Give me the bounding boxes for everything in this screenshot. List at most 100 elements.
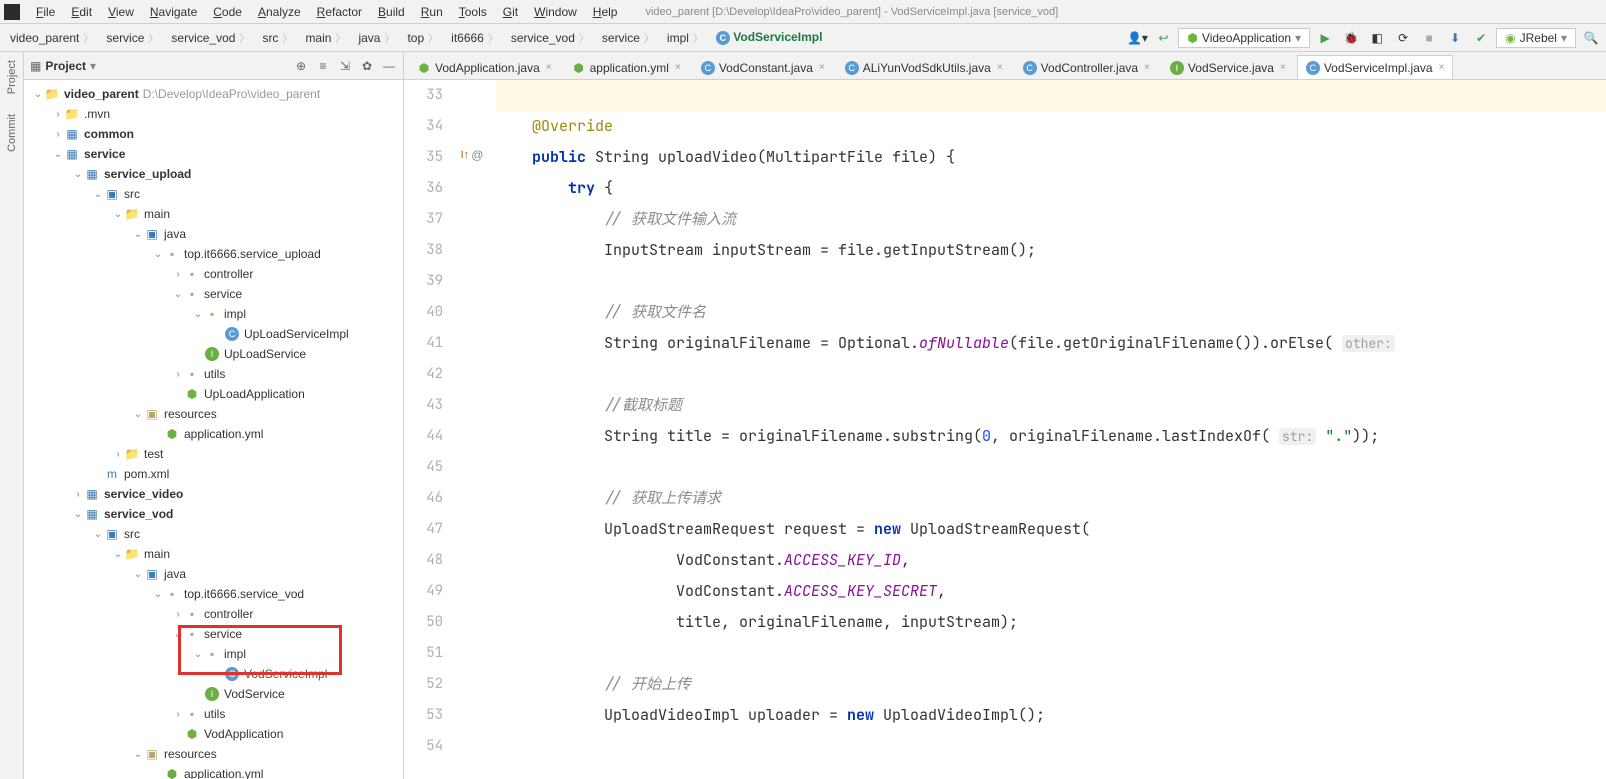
tab-vodapplication-java[interactable]: ⬢VodApplication.java× [408, 55, 561, 79]
tree-arrow[interactable]: › [172, 269, 184, 280]
settings-icon[interactable]: ✿ [359, 58, 375, 74]
search-icon[interactable]: 🔍 [1580, 27, 1602, 49]
tree-arrow[interactable]: ⌄ [72, 509, 84, 520]
tree-node-impl[interactable]: ⌄▪impl [24, 644, 403, 664]
user-icon[interactable]: 👤▾ [1126, 27, 1148, 49]
jrebel-button[interactable]: ◉JRebel▾ [1496, 28, 1576, 48]
project-tree[interactable]: ⌄📁video_parentD:\Develop\IdeaPro\video_p… [24, 80, 403, 779]
tree-node-utils[interactable]: ›▪utils [24, 364, 403, 384]
coverage-button[interactable]: ◧ [1366, 27, 1388, 49]
tree-arrow[interactable]: › [172, 709, 184, 720]
tree-arrow[interactable]: ⌄ [52, 149, 64, 160]
tree-node-service-vod[interactable]: ⌄▦service_vod [24, 504, 403, 524]
tree-arrow[interactable]: › [112, 449, 124, 460]
expand-icon[interactable]: ≡ [315, 58, 331, 74]
tree-node-main[interactable]: ⌄📁main [24, 544, 403, 564]
tab-vodservice-java[interactable]: IVodService.java× [1161, 55, 1295, 79]
tab-vodcontroller-java[interactable]: CVodController.java× [1014, 55, 1159, 79]
menu-navigate[interactable]: Navigate [142, 3, 205, 21]
tree-arrow[interactable]: ⌄ [152, 589, 164, 600]
tree-arrow[interactable]: ⌄ [192, 649, 204, 660]
crumb-impl[interactable]: impl [661, 28, 710, 47]
tree-arrow[interactable]: › [52, 129, 64, 140]
tree-arrow[interactable]: ⌄ [92, 529, 104, 540]
tree-node-application-yml[interactable]: ⬢application.yml [24, 764, 403, 779]
tab-close-icon[interactable]: × [546, 62, 552, 73]
menu-analyze[interactable]: Analyze [250, 3, 309, 21]
menu-tools[interactable]: Tools [451, 3, 495, 21]
tab-close-icon[interactable]: × [819, 62, 825, 73]
tree-arrow[interactable]: ⌄ [112, 549, 124, 560]
tab-close-icon[interactable]: × [1280, 62, 1286, 73]
tab-close-icon[interactable]: × [675, 62, 681, 73]
stop-button[interactable]: ■ [1418, 27, 1440, 49]
tab-close-icon[interactable]: × [1439, 62, 1445, 73]
tree-arrow[interactable]: › [72, 489, 84, 500]
tab-close-icon[interactable]: × [1144, 62, 1150, 73]
crumb-it6666[interactable]: it6666 [445, 28, 505, 47]
crumb-video_parent[interactable]: video_parent [4, 28, 100, 47]
crumb-service[interactable]: service [596, 28, 661, 47]
tab-vodserviceimpl-java[interactable]: CVodServiceImpl.java× [1297, 55, 1454, 79]
tree-arrow[interactable]: › [172, 609, 184, 620]
menu-build[interactable]: Build [370, 3, 413, 21]
tree-node-utils[interactable]: ›▪utils [24, 704, 403, 724]
tree-arrow[interactable]: › [52, 109, 64, 120]
menu-window[interactable]: Window [526, 3, 585, 21]
tree-arrow[interactable]: ⌄ [32, 89, 44, 100]
menu-file[interactable]: File [28, 3, 63, 21]
tree-node-controller[interactable]: ›▪controller [24, 604, 403, 624]
menu-edit[interactable]: Edit [63, 3, 100, 21]
tree-node-vodserviceimpl[interactable]: CVodServiceImpl [24, 664, 403, 684]
hide-icon[interactable]: — [381, 58, 397, 74]
project-tool-tab[interactable]: Project [6, 60, 18, 94]
back-icon[interactable]: ↩ [1152, 27, 1174, 49]
crumb-vodserviceimpl[interactable]: C VodServiceImpl [710, 28, 833, 47]
code-editor[interactable]: @Override public String uploadVideo(Mult… [492, 80, 1606, 779]
tree-node-service-upload[interactable]: ⌄▦service_upload [24, 164, 403, 184]
tree-node-service[interactable]: ⌄▪service [24, 284, 403, 304]
crumb-src[interactable]: src [256, 28, 299, 47]
tree-node-resources[interactable]: ⌄▣resources [24, 404, 403, 424]
git-commit-button[interactable]: ✔ [1470, 27, 1492, 49]
tree-node--mvn[interactable]: ›📁.mvn [24, 104, 403, 124]
menu-code[interactable]: Code [205, 3, 250, 21]
tree-node-src[interactable]: ⌄▣src [24, 184, 403, 204]
menu-help[interactable]: Help [585, 3, 626, 21]
tree-arrow[interactable]: ⌄ [172, 289, 184, 300]
tree-node-pom-xml[interactable]: mpom.xml [24, 464, 403, 484]
tree-node-test[interactable]: ›📁test [24, 444, 403, 464]
tree-node-controller[interactable]: ›▪controller [24, 264, 403, 284]
tree-node-application-yml[interactable]: ⬢application.yml [24, 424, 403, 444]
git-update-button[interactable]: ⬇ [1444, 27, 1466, 49]
tree-arrow[interactable]: ⌄ [132, 569, 144, 580]
menu-refactor[interactable]: Refactor [309, 3, 370, 21]
tree-node-service[interactable]: ⌄▦service [24, 144, 403, 164]
tree-node-common[interactable]: ›▦common [24, 124, 403, 144]
tree-arrow[interactable]: ⌄ [112, 209, 124, 220]
tree-node-top-it6666-service-vod[interactable]: ⌄▪top.it6666.service_vod [24, 584, 403, 604]
tree-node-top-it6666-service-upload[interactable]: ⌄▪top.it6666.service_upload [24, 244, 403, 264]
crumb-service_vod[interactable]: service_vod [505, 28, 596, 47]
menu-run[interactable]: Run [413, 3, 451, 21]
menu-view[interactable]: View [100, 3, 142, 21]
tree-arrow[interactable]: ⌄ [132, 229, 144, 240]
tree-node-resources[interactable]: ⌄▣resources [24, 744, 403, 764]
tree-node-uploadservice[interactable]: IUpLoadService [24, 344, 403, 364]
tree-node-uploadserviceimpl[interactable]: CUpLoadServiceImpl [24, 324, 403, 344]
tree-arrow[interactable]: ⌄ [132, 409, 144, 420]
tree-node-vodservice[interactable]: IVodService [24, 684, 403, 704]
tree-node-java[interactable]: ⌄▣java [24, 224, 403, 244]
crumb-service[interactable]: service [100, 28, 165, 47]
tab-close-icon[interactable]: × [997, 62, 1003, 73]
commit-tool-tab[interactable]: Commit [6, 114, 18, 152]
tree-node-impl[interactable]: ⌄▪impl [24, 304, 403, 324]
tab-vodconstant-java[interactable]: CVodConstant.java× [692, 55, 834, 79]
tree-arrow[interactable]: ⌄ [132, 749, 144, 760]
tab-aliyunvodsdkutils-java[interactable]: CALiYunVodSdkUtils.java× [836, 55, 1012, 79]
tree-arrow[interactable]: ⌄ [192, 309, 204, 320]
run-button[interactable]: ▶ [1314, 27, 1336, 49]
crumb-top[interactable]: top [401, 28, 445, 47]
tree-node-uploadapplication[interactable]: ⬢UpLoadApplication [24, 384, 403, 404]
profile-button[interactable]: ⟳ [1392, 27, 1414, 49]
